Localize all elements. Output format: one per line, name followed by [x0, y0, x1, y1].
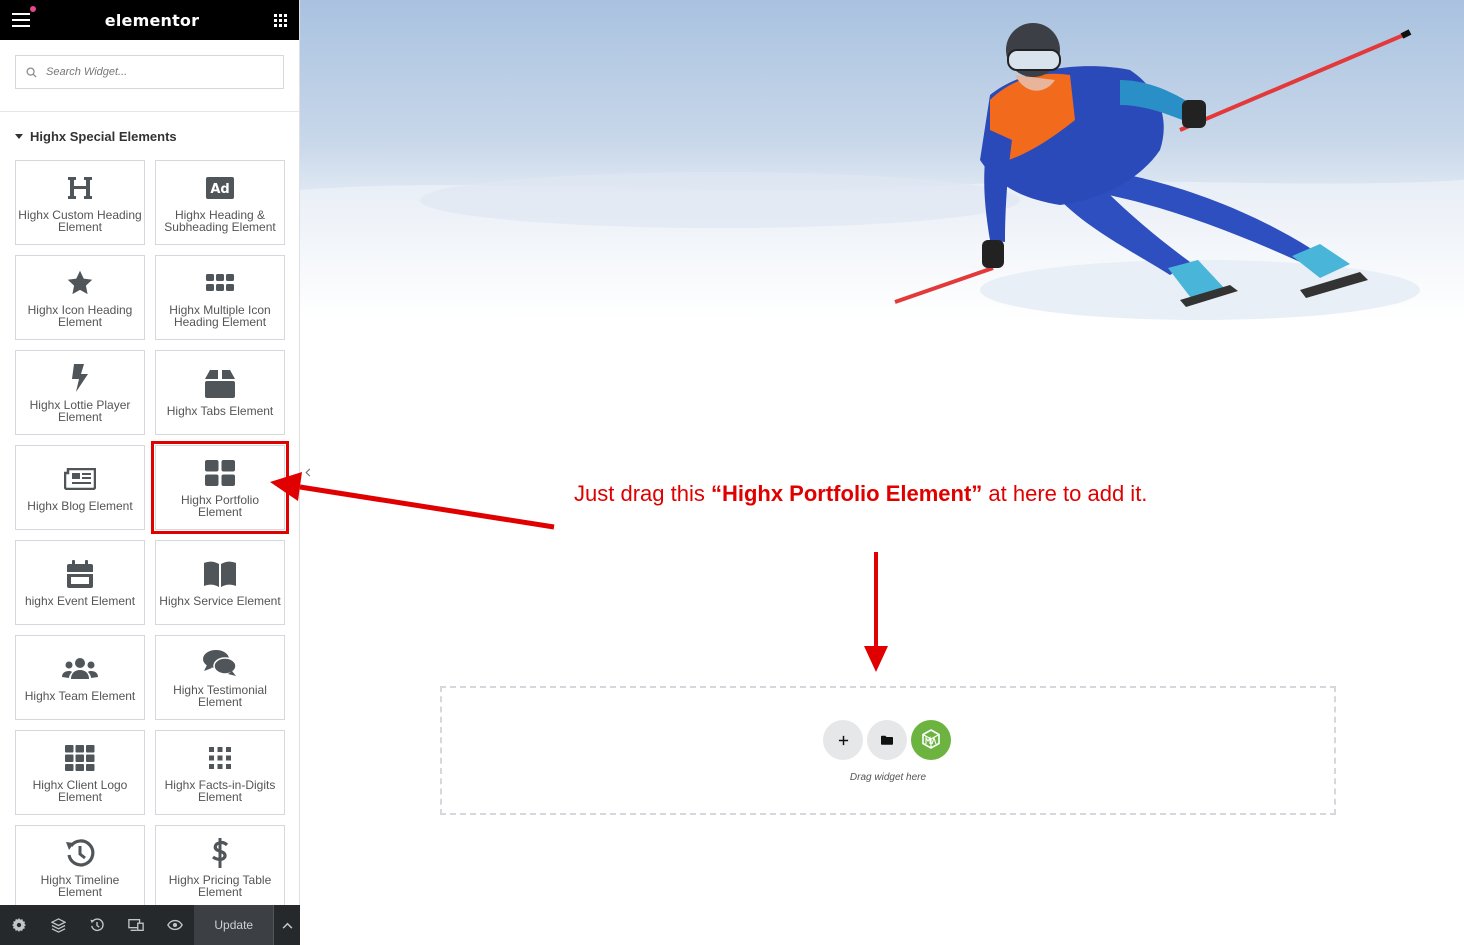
arrow-to-dropzone-head	[864, 646, 888, 672]
folder-icon	[881, 735, 893, 745]
arrow-to-widget	[299, 484, 555, 530]
arrow-to-widget-head	[270, 472, 302, 501]
plus-icon	[838, 735, 848, 745]
add-template-button[interactable]	[867, 720, 907, 760]
addon-logo-icon	[922, 729, 940, 749]
drop-zone[interactable]: Drag widget here	[440, 686, 1336, 815]
drop-zone-text: Drag widget here	[849, 772, 927, 783]
addon-library-button[interactable]	[911, 720, 951, 760]
add-section-button[interactable]	[823, 720, 863, 760]
